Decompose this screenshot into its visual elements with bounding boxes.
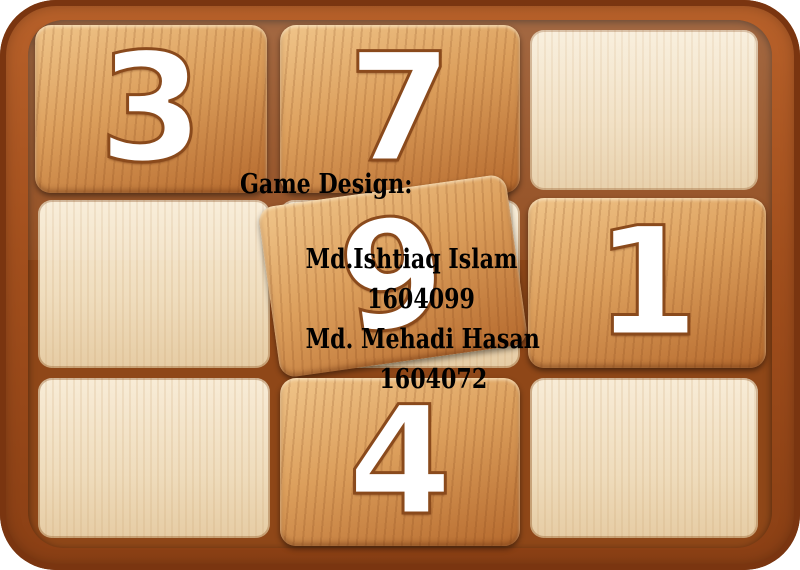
tile-number: 1 [593,196,700,370]
designer-2-name: Md. Mehadi Hasan [305,324,540,355]
tile-number: 7 [346,22,453,196]
empty-cell[interactable] [530,378,758,538]
tile-4[interactable]: 4 [280,378,520,546]
tile-3[interactable]: 3 [35,25,267,193]
credits-heading: Game Design: [240,169,413,200]
tile-number: 3 [97,22,204,196]
tile-number: 4 [346,375,453,549]
empty-cell[interactable] [530,30,758,190]
designer-1-name: Md.Ishtiaq Islam [305,244,518,275]
empty-cell[interactable] [38,200,270,368]
tile-1[interactable]: 1 [528,198,766,368]
designer-2-id: 1604072 [379,364,488,395]
designer-1-id: 1604099 [367,284,475,315]
empty-cell[interactable] [38,378,270,538]
